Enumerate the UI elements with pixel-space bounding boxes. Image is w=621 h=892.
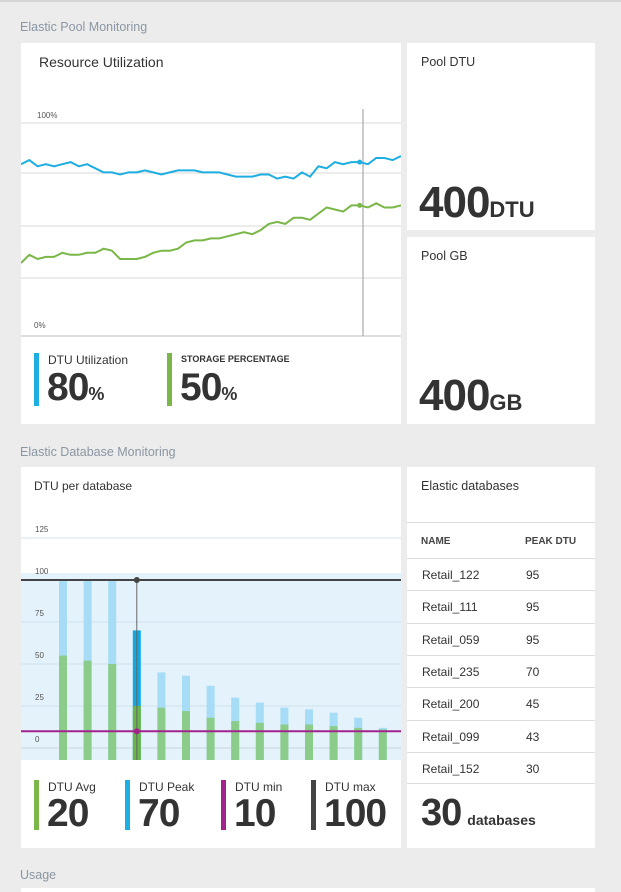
tile-title: Pool DTU — [421, 55, 476, 69]
tile-title: Elastic databases — [421, 479, 519, 493]
metric-number: 80 — [47, 366, 89, 409]
metric-label: STORAGE PERCENTAGE — [181, 354, 290, 364]
table-row[interactable]: Retail_200 45 — [407, 687, 595, 719]
metric-value: 10 — [234, 792, 276, 835]
metric-value: 50% — [180, 366, 237, 410]
metric-unit: % — [221, 384, 238, 404]
pool-gb-value: 400GB — [419, 371, 522, 421]
table-row[interactable]: Retail_099 43 — [407, 719, 595, 752]
database-peak-dtu: 95 — [526, 600, 540, 615]
avg-bar — [378, 729, 387, 760]
y-tick-label: 125 — [35, 525, 49, 534]
top-border — [0, 0, 621, 2]
resource-utilization-tile[interactable]: Resource Utilization 100% 0% DTU Utiliza… — [21, 43, 401, 424]
table-row[interactable]: Retail_111 95 — [407, 590, 595, 622]
database-name: Retail_059 — [422, 632, 480, 647]
database-peak-dtu: 95 — [526, 632, 540, 647]
y-tick-label: 25 — [35, 693, 44, 702]
y-tick-label: 100 — [35, 567, 49, 576]
big-unit: databases — [467, 812, 536, 828]
avg-bar — [182, 711, 190, 760]
avg-bar — [280, 724, 289, 760]
metric-label: DTU Utilization — [48, 353, 129, 367]
database-name: Retail_200 — [422, 697, 480, 712]
metric-number: 50 — [180, 366, 222, 409]
big-unit: GB — [489, 390, 523, 415]
big-unit: DTU — [489, 197, 535, 222]
metric-value: 100 — [324, 792, 387, 835]
database-name: Retail_152 — [422, 761, 480, 776]
y-tick-label: 0 — [35, 735, 40, 744]
usage-section-label: Usage — [20, 868, 57, 882]
y-tick-label: 75 — [35, 609, 44, 618]
table-divider — [407, 522, 595, 523]
database-peak-dtu: 30 — [526, 761, 540, 776]
metric-color-bar — [34, 353, 39, 406]
big-number: 400 — [419, 371, 490, 420]
series-line-storage — [21, 202, 401, 264]
table-row[interactable]: Retail_152 30 — [407, 751, 595, 784]
table-row[interactable]: Retail_122 95 — [407, 558, 595, 590]
series-line-dtu — [21, 155, 401, 180]
avg-bar — [255, 722, 264, 760]
elastic-databases-tile[interactable]: Elastic databases NAME PEAK DTU Retail_1… — [407, 467, 595, 848]
database-name: Retail_122 — [422, 568, 480, 582]
y-tick-label-top: 100% — [37, 111, 57, 120]
table-row[interactable]: Retail_059 95 — [407, 622, 595, 655]
table-row[interactable]: Retail_235 70 — [407, 654, 595, 687]
avg-bar — [354, 727, 363, 760]
pool-dtu-value: 400DTU — [419, 178, 535, 228]
metric-color-bar — [167, 353, 172, 406]
metric-color-bar — [221, 780, 226, 830]
metric-unit: % — [88, 384, 105, 404]
pool-gb-tile[interactable]: Pool GB 400GB — [407, 237, 595, 424]
hover-point — [133, 577, 140, 583]
pool-section-label: Elastic Pool Monitoring — [20, 20, 148, 34]
database-name: Retail_235 — [422, 664, 480, 679]
hover-point — [357, 159, 363, 165]
metric-value: 80% — [47, 366, 104, 410]
database-count: 30 databases — [421, 792, 536, 835]
database-peak-dtu: 70 — [526, 664, 540, 679]
table-bottom-border — [407, 783, 595, 784]
database-peak-dtu: 43 — [526, 729, 540, 744]
avg-bar — [206, 717, 215, 760]
metric-color-bar — [34, 780, 39, 830]
y-tick-label: 50 — [35, 651, 44, 660]
y-tick-label-bottom: 0% — [34, 321, 46, 330]
big-number: 30 — [421, 792, 462, 834]
pool-dtu-tile[interactable]: Pool DTU 400DTU — [407, 43, 595, 230]
database-name: Retail_111 — [422, 600, 478, 615]
dtu-per-database-chart: 0 25 50 75 100 125 — [21, 525, 401, 760]
database-peak-dtu: 45 — [526, 697, 540, 712]
metric-color-bar — [311, 780, 316, 830]
metric-color-bar — [125, 780, 130, 830]
database-peak-dtu: 95 — [526, 568, 540, 582]
metric-value: 20 — [47, 792, 89, 835]
resource-utilization-chart: 100% 0% — [21, 109, 401, 337]
avg-bar — [108, 664, 117, 760]
avg-bar — [231, 721, 240, 760]
avg-bar — [305, 724, 313, 760]
big-number: 400 — [419, 178, 490, 227]
database-section-label: Elastic Database Monitoring — [20, 445, 176, 459]
database-name: Retail_099 — [422, 729, 480, 744]
column-header-peak-dtu: PEAK DTU — [525, 536, 577, 547]
dtu-per-database-tile[interactable]: DTU per database 0 25 50 75 100 125 DTU Avg 20… — [21, 467, 401, 848]
tile-title: Pool GB — [421, 249, 468, 263]
hover-point — [357, 202, 363, 208]
avg-bar — [59, 655, 67, 760]
avg-bar — [157, 707, 166, 760]
hover-point — [133, 728, 140, 735]
usage-tile[interactable] — [21, 888, 595, 892]
avg-bar — [83, 660, 92, 760]
column-header-name: NAME — [421, 536, 451, 547]
metric-value: 70 — [138, 792, 180, 835]
